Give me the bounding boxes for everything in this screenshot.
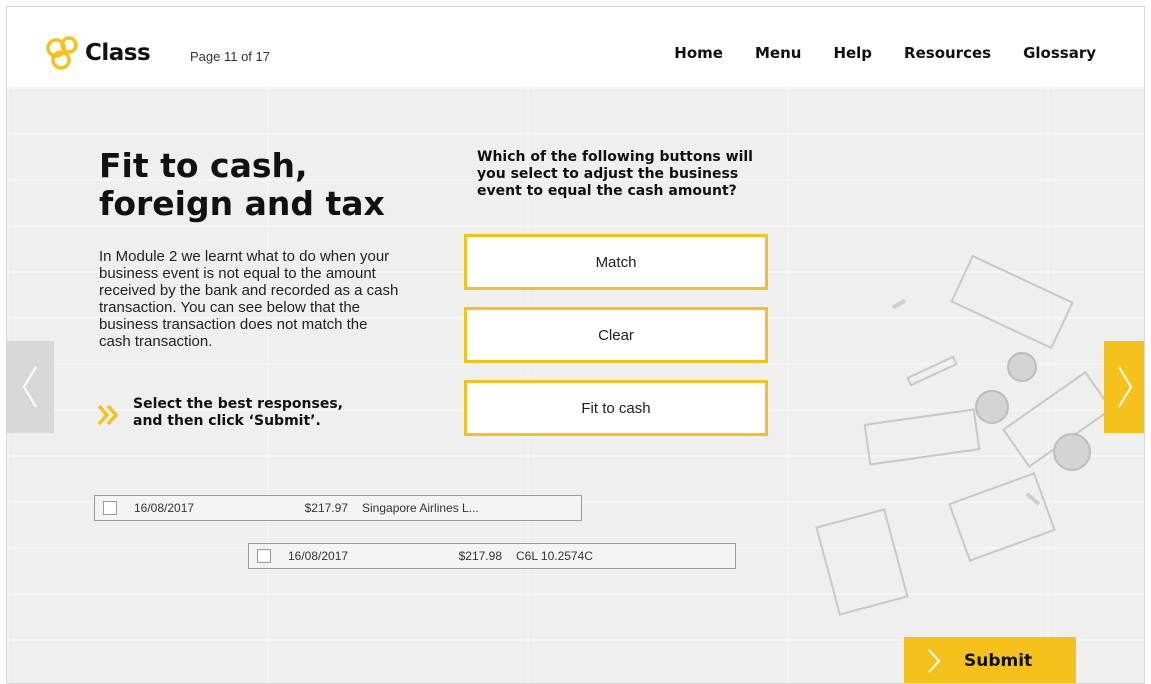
page-indicator: Page 11 of 17 — [190, 49, 270, 64]
class-logo-icon — [46, 36, 78, 70]
question-text: Which of the following buttons will you … — [477, 149, 753, 199]
transaction-checkbox[interactable] — [103, 501, 117, 515]
transaction-description: Singapore Airlines L... — [362, 501, 479, 515]
chevron-left-icon — [22, 366, 37, 408]
option-match-button[interactable]: Match — [464, 234, 768, 290]
option-clear-button[interactable]: Clear — [464, 307, 768, 363]
money-illustration — [815, 254, 1107, 616]
logo: Class — [43, 33, 151, 73]
chevron-right-icon — [928, 649, 941, 673]
nav-home[interactable]: Home — [674, 44, 723, 62]
nav-help[interactable]: Help — [833, 44, 872, 62]
intro-text: In Module 2 we learnt what to do when yo… — [99, 248, 399, 350]
instruction-text: Select the best responses, and then clic… — [133, 396, 343, 429]
logo-text: Class — [85, 40, 151, 66]
nav-glossary[interactable]: Glossary — [1023, 44, 1096, 62]
content-area: Fit to cash, foreign and tax In Module 2… — [7, 87, 1144, 683]
course-frame: Class Page 11 of 17 Home Menu Help Resou… — [6, 6, 1145, 684]
page-title: Fit to cash, foreign and tax — [99, 146, 385, 223]
submit-button[interactable]: Submit — [904, 637, 1076, 683]
top-nav: Home Menu Help Resources Glossary — [642, 44, 1096, 62]
nav-menu[interactable]: Menu — [755, 44, 801, 62]
nav-resources[interactable]: Resources — [904, 44, 991, 62]
option-fit-to-cash-button[interactable]: Fit to cash — [464, 380, 768, 436]
header: Class Page 11 of 17 Home Menu Help Resou… — [7, 7, 1144, 87]
next-page-button[interactable] — [1104, 341, 1144, 433]
business-transaction-row: 16/08/2017 $217.97 Singapore Airlines L.… — [94, 495, 582, 521]
transaction-checkbox[interactable] — [257, 549, 271, 563]
transaction-amount: $217.98 — [458, 549, 502, 563]
previous-page-button[interactable] — [7, 341, 54, 433]
transaction-description: C6L 10.2574C — [516, 549, 593, 563]
double-chevron-right-icon — [97, 404, 119, 426]
submit-label: Submit — [964, 651, 1033, 671]
transaction-date: 16/08/2017 — [288, 549, 349, 563]
cash-transaction-row: 16/08/2017 $217.98 C6L 10.2574C — [248, 543, 736, 569]
instruction: Select the best responses, and then clic… — [95, 396, 373, 430]
transaction-date: 16/08/2017 — [134, 501, 195, 515]
chevron-right-icon — [1118, 366, 1133, 408]
transaction-amount: $217.97 — [304, 501, 348, 515]
